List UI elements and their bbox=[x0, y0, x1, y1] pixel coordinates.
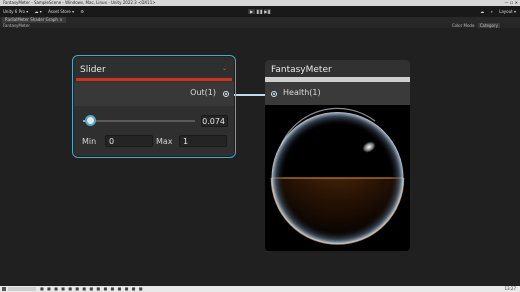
slider-output-label: Out(1) bbox=[190, 88, 216, 97]
max-field[interactable]: 1 bbox=[179, 135, 227, 147]
account-dropdown[interactable]: Unity 6 Pro ▾ bbox=[3, 9, 28, 14]
slider-node-title: Slider bbox=[80, 65, 106, 75]
pause-button[interactable]: ❚❚ bbox=[256, 9, 263, 14]
asset-store-button[interactable]: Asset Store ▾ bbox=[48, 9, 74, 14]
max-label: Max bbox=[156, 137, 173, 146]
play-button[interactable]: ▶ bbox=[248, 9, 255, 14]
meter-preview bbox=[265, 105, 410, 251]
slider-thumb[interactable] bbox=[85, 115, 96, 126]
meter-input-label: Health(1) bbox=[283, 88, 321, 97]
chevron-down-icon[interactable]: ⌄ bbox=[222, 65, 227, 72]
fantasy-meter-node[interactable]: FantasyMeter Health(1) bbox=[265, 60, 410, 251]
step-button[interactable]: ▶❚ bbox=[264, 9, 271, 14]
gear-icon[interactable]: ⚙ bbox=[80, 9, 84, 14]
slider-track[interactable] bbox=[83, 120, 195, 122]
playmode-controls: ▶ ❚❚ ▶❚ bbox=[248, 9, 271, 14]
slider-node[interactable]: Slider ⌄ Out(1) 0.074 Min 0 Max 1 bbox=[72, 55, 236, 158]
meter-input-port-row: Health(1) bbox=[265, 82, 410, 105]
search-icon[interactable]: ⌕ bbox=[491, 9, 493, 14]
slider-node-color-bar bbox=[76, 78, 232, 81]
taskbar-clock: 13:27 bbox=[504, 286, 516, 291]
slider-output-port-row: Out(1) bbox=[74, 82, 234, 106]
min-field[interactable]: 0 bbox=[105, 135, 153, 147]
window-title: FantasyMeter - SampleScene - Windows, Ma… bbox=[3, 0, 156, 5]
cloud-button[interactable]: ☁ ▾ bbox=[35, 9, 42, 14]
min-label: Min bbox=[82, 137, 97, 146]
main-toolbar: Unity 6 Pro ▾ ☁ ▾ Asset Store ▾ ⚙ ▶ ❚❚ ▶… bbox=[0, 6, 520, 17]
cloud-icon[interactable]: ☁ bbox=[480, 9, 484, 14]
windows-taskbar: ■ ■ ■ ■ ■ ■ ■ ■ ■ ■ ■ ■ ■ ■ ■ 13:27 bbox=[0, 286, 520, 292]
taskbar-apps[interactable]: ■ ■ ■ ■ ■ ■ ■ ■ ■ ■ ■ ■ ■ ■ ■ bbox=[40, 287, 144, 291]
taskbar-search-input[interactable] bbox=[8, 287, 36, 291]
port-icon[interactable] bbox=[271, 91, 277, 97]
meter-orb-preview bbox=[270, 107, 405, 245]
meter-node-title: FantasyMeter bbox=[271, 65, 332, 75]
meter-node-header: FantasyMeter bbox=[265, 60, 410, 77]
start-icon[interactable] bbox=[2, 287, 6, 291]
layout-dropdown[interactable]: Layout ▾ bbox=[499, 9, 516, 14]
slider-value-field[interactable]: 0.074 bbox=[201, 115, 228, 127]
port-icon[interactable] bbox=[223, 91, 229, 97]
